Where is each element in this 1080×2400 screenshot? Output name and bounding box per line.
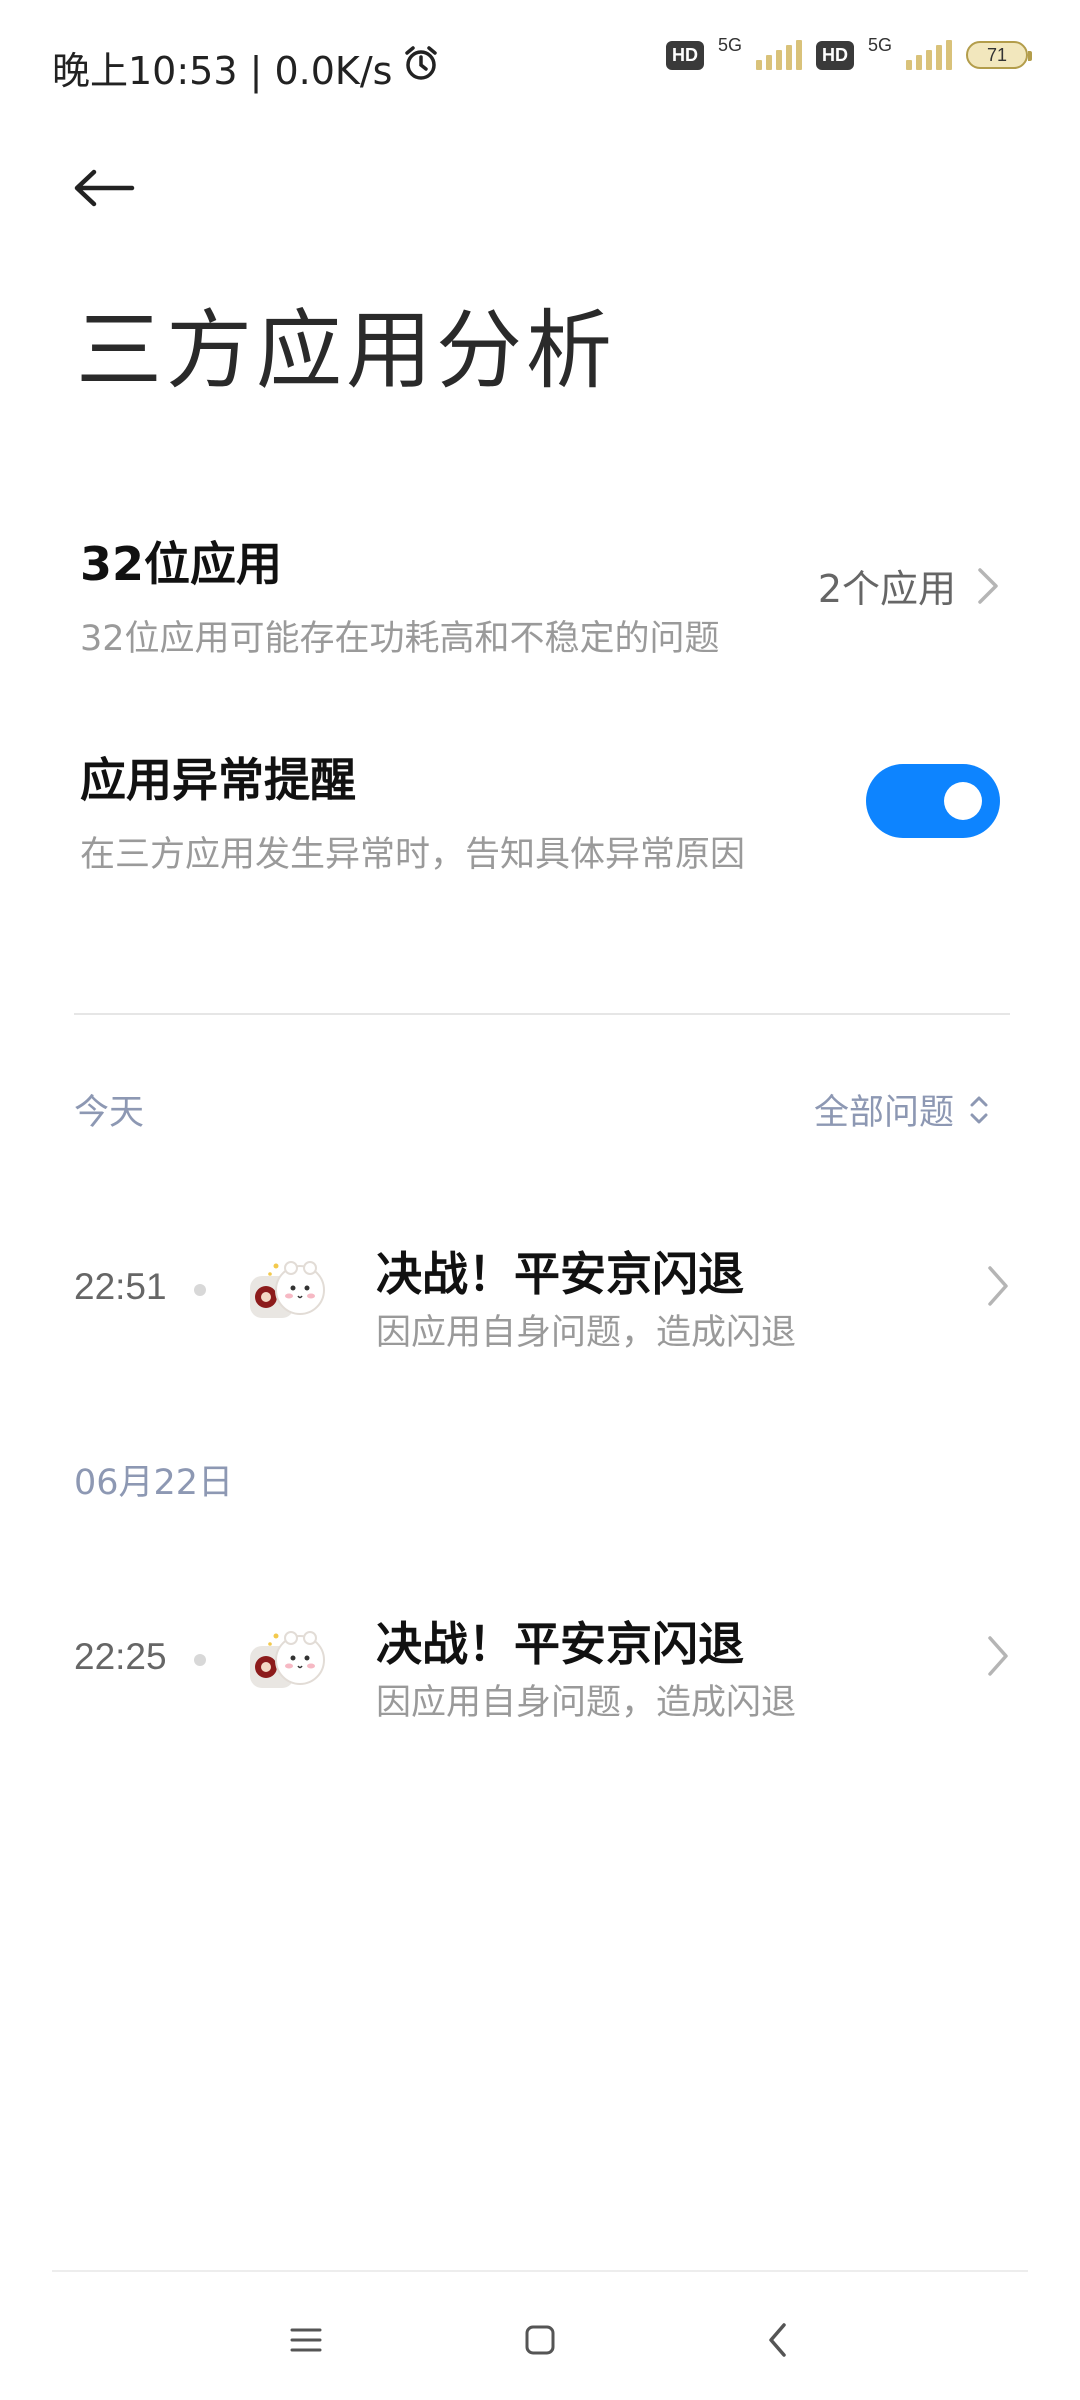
network-type-2: 5G <box>867 34 892 55</box>
crash-event-row[interactable]: 22:25 决战！平安京闪退 因应用自身问题，造成闪退 <box>74 1594 1010 1724</box>
chevron-right-icon <box>988 1266 1008 1306</box>
signal-strength-icon <box>755 40 802 70</box>
abnormal-reminder-subtitle: 在三方应用发生异常时，告知具体异常原因 <box>80 835 746 875</box>
status-right: HD 5G HD 5G 71 <box>665 35 1032 70</box>
timeline-dot <box>194 1284 206 1296</box>
abnormal-reminder-title: 应用异常提醒 <box>80 753 356 807</box>
back-chevron-icon <box>769 2323 786 2357</box>
abnormal-reminder-row: 应用异常提醒 在三方应用发生异常时，告知具体异常原因 <box>80 744 1000 877</box>
network-type: 5G <box>717 34 742 55</box>
menu-icon <box>290 2328 322 2352</box>
section-header-today: 今天 <box>74 1093 145 1133</box>
event-title: 决战！平安京闪退 <box>376 1617 744 1671</box>
battery-level: 71 <box>986 44 1008 65</box>
app32-count-group[interactable]: 2个应用 <box>818 558 1000 613</box>
section-header-date: 06月22日 <box>74 1463 234 1503</box>
nav-divider <box>52 2270 1028 2272</box>
home-button[interactable] <box>510 2310 570 2370</box>
status-time: 晚上10:53 | 0.0K/s <box>52 49 393 93</box>
divider <box>74 1013 1010 1015</box>
system-back-button[interactable] <box>748 2310 808 2370</box>
battery-icon: 71 <box>966 41 1032 69</box>
abnormal-reminder-toggle[interactable] <box>866 764 1000 838</box>
event-time: 22:25 <box>74 1636 167 1677</box>
page-title: 三方应用分析 <box>76 301 616 401</box>
event-title: 决战！平安京闪退 <box>376 1247 744 1301</box>
hd-badge: HD <box>665 40 704 70</box>
signal-strength-icon-2 <box>906 40 952 70</box>
sort-updown-icon <box>970 1096 988 1123</box>
back-button[interactable] <box>72 150 148 226</box>
hd-badge-2: HD <box>815 40 854 70</box>
app32-count: 2个应用 <box>817 567 956 611</box>
issue-filter-dropdown[interactable]: 全部问题 <box>814 1084 990 1135</box>
recent-apps-button[interactable] <box>276 2310 336 2370</box>
event-subtitle: 因应用自身问题，造成闪退 <box>376 1683 797 1723</box>
app-icon <box>246 1616 332 1702</box>
timeline-dot <box>194 1654 206 1666</box>
chevron-right-icon <box>978 567 998 604</box>
app32-setting-row[interactable]: 32位应用 32位应用可能存在功耗高和不稳定的问题 2个应用 <box>80 528 1000 661</box>
status-left: 晚上10:53 | 0.0K/s <box>52 40 440 95</box>
arrow-left-icon <box>74 169 135 207</box>
filter-label: 全部问题 <box>813 1093 954 1133</box>
app32-subtitle: 32位应用可能存在功耗高和不稳定的问题 <box>80 619 720 659</box>
status-bar: 晚上10:53 | 0.0K/s HD 5G HD 5G 71 <box>0 0 1080 130</box>
alarm-clock-icon <box>402 44 440 91</box>
chevron-right-icon <box>988 1636 1008 1676</box>
event-time: 22:51 <box>74 1266 167 1307</box>
toggle-knob <box>944 782 982 820</box>
navigation-bar <box>0 2290 1080 2390</box>
app-icon <box>246 1246 332 1332</box>
crash-event-row[interactable]: 22:51 决战！平安京闪退 因应用自身问题，造成闪退 <box>74 1224 1010 1354</box>
event-subtitle: 因应用自身问题，造成闪退 <box>376 1313 797 1353</box>
home-square-icon <box>525 2325 555 2355</box>
